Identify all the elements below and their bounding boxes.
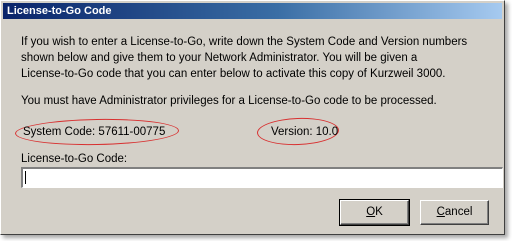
license-code-label: License-to-Go Code: xyxy=(21,153,128,165)
ok-label-rest: K xyxy=(375,206,383,218)
instructions-paragraph: If you wish to enter a License-to-Go, wr… xyxy=(21,34,467,82)
instructions-line: If you wish to enter a License-to-Go, wr… xyxy=(21,36,468,48)
system-code-label: System Code: 57611-00775 xyxy=(23,126,166,138)
license-code-input[interactable] xyxy=(21,167,503,188)
admin-privileges-note: You must have Administrator privileges f… xyxy=(21,95,437,107)
license-dialog: License-to-Go Code If you wish to enter … xyxy=(0,0,505,235)
cancel-label-rest: ancel xyxy=(444,206,473,218)
instructions-line: shown below and give them to your Networ… xyxy=(21,52,418,64)
ok-mnemonic: O xyxy=(366,206,376,218)
cancel-button[interactable]: Cancel xyxy=(420,200,489,225)
dialog-title: License-to-Go Code xyxy=(7,5,112,17)
version-label: Version: 10.0 xyxy=(271,126,339,138)
instructions-line: License-to-Go code that you can enter be… xyxy=(21,68,446,80)
ok-button[interactable]: OK xyxy=(339,199,410,226)
cancel-mnemonic: C xyxy=(436,206,445,218)
text-caret xyxy=(25,171,26,184)
dialog-title-bar[interactable]: License-to-Go Code xyxy=(3,3,502,19)
